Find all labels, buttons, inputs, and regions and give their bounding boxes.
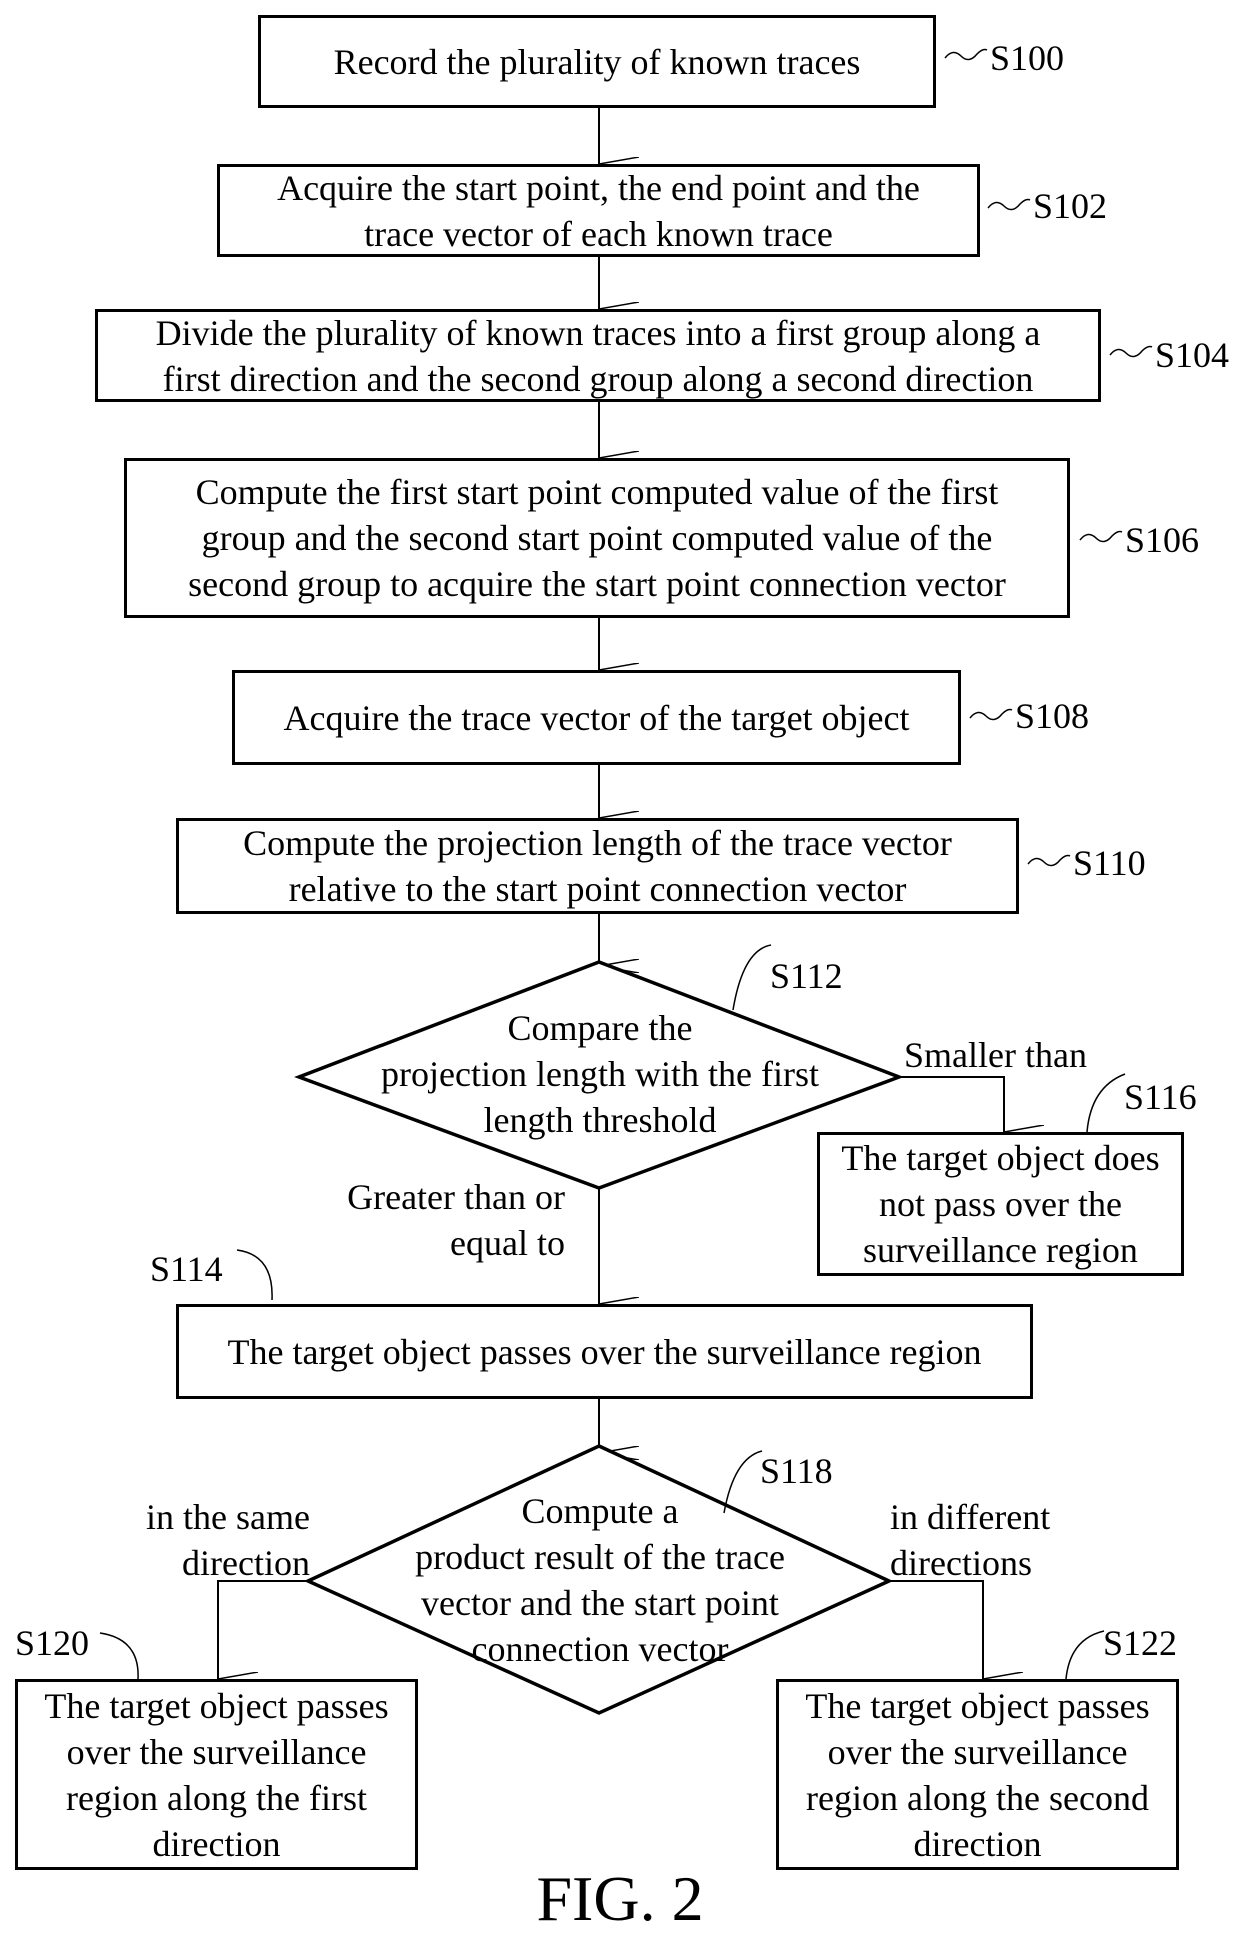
leader-s112: [732, 944, 772, 1011]
step-s114-text: The target object passes over the survei…: [227, 1331, 982, 1372]
step-s116-line: not pass over the: [879, 1184, 1122, 1224]
step-s100-text: Record the plurality of known traces: [333, 41, 861, 82]
decision-s112-text: Compare the projection length with the f…: [340, 1005, 860, 1143]
step-s102-line: trace vector of each known trace: [364, 213, 833, 254]
branch-label-greater-line: equal to: [450, 1223, 565, 1263]
leader-s120: [99, 1632, 139, 1680]
step-s106-line: group and the second start point compute…: [201, 518, 993, 558]
branch-label-greater-line: Greater than or: [347, 1177, 565, 1217]
branch-label-different-line: directions: [890, 1543, 1032, 1583]
branch-label-greater: Greater than or equal to: [300, 1174, 565, 1266]
decision-s112-line: length threshold: [483, 1100, 717, 1140]
branch-label-smaller: Smaller than: [904, 1035, 1087, 1075]
step-id-s114: S114: [150, 1249, 223, 1289]
step-s104-line: first direction and the second group alo…: [162, 358, 1034, 399]
step-s122-line: over the surveillance: [827, 1731, 1128, 1772]
arrow-s118-s122: [889, 1580, 983, 1679]
step-id-s122: S122: [1103, 1623, 1178, 1663]
decision-s118-line: Compute a: [521, 1491, 679, 1531]
step-id-s108: S108: [1015, 696, 1090, 736]
step-s122-line: The target object passes: [805, 1685, 1150, 1726]
leader-s110: [1027, 854, 1071, 867]
step-s106-box: Compute the first start point computed v…: [124, 458, 1070, 618]
leader-s106: [1079, 530, 1123, 543]
step-id-s102: S102: [1033, 186, 1108, 226]
step-s104-line: Divide the plurality of known traces int…: [155, 312, 1041, 353]
branch-label-same: in the same direction: [100, 1494, 310, 1586]
decision-s118-line: connection vector: [471, 1629, 729, 1669]
leader-s116: [1086, 1073, 1126, 1133]
arrow-s118-s120: [217, 1580, 308, 1679]
leader-s102: [987, 198, 1031, 211]
decision-s118-text: Compute a product result of the trace ve…: [340, 1488, 860, 1672]
step-s114-box: The target object passes over the survei…: [176, 1304, 1033, 1399]
step-s120-line: direction: [152, 1823, 281, 1864]
decision-s118-line: vector and the start point: [421, 1583, 779, 1623]
step-s120-line: region along the first: [66, 1777, 367, 1818]
step-s102-box: Acquire the start point, the end point a…: [217, 164, 980, 257]
step-id-s106: S106: [1125, 520, 1200, 560]
step-s110-line: Compute the projection length of the tra…: [243, 823, 952, 863]
branch-label-same-line: in the same: [146, 1497, 310, 1537]
step-id-s110: S110: [1073, 843, 1146, 883]
step-s100-box: Record the plurality of known traces: [258, 15, 936, 108]
leader-s108: [969, 708, 1013, 721]
step-id-s112: S112: [770, 956, 843, 996]
step-s116-line: surveillance region: [863, 1230, 1138, 1270]
step-id-s104: S104: [1155, 335, 1230, 375]
step-s122-line: region along the second: [806, 1777, 1149, 1818]
step-s116-box: The target object does not pass over the s…: [817, 1132, 1184, 1276]
decision-s112-line: projection length with the first: [381, 1054, 819, 1094]
branch-label-different: in different directions: [890, 1494, 1130, 1586]
step-s106-line: second group to acquire the start point …: [188, 564, 1006, 604]
step-id-s118: S118: [760, 1451, 833, 1491]
step-s120-line: The target object passes: [44, 1685, 389, 1726]
leader-s104: [1109, 345, 1153, 358]
step-s120-line: over the surveillance: [66, 1731, 367, 1772]
figure-label: FIG. 2: [536, 1863, 704, 1934]
step-s116-line: The target object does: [841, 1138, 1160, 1178]
decision-s118-line: product result of the trace: [415, 1537, 785, 1577]
step-s122-box: The target object passes over the surveil…: [776, 1679, 1179, 1870]
branch-label-same-line: direction: [182, 1543, 310, 1583]
step-s104-box: Divide the plurality of known traces int…: [95, 309, 1101, 402]
step-s110-line: relative to the start point connection v…: [288, 869, 907, 909]
leader-s114: [236, 1249, 273, 1301]
step-id-s100: S100: [990, 38, 1065, 78]
step-s108-box: Acquire the trace vector of the target o…: [232, 670, 961, 765]
arrow-s112-s116: [899, 1076, 1004, 1132]
leader-s100: [944, 48, 988, 61]
step-s110-box: Compute the projection length of the tra…: [176, 818, 1019, 914]
step-s120-box: The target object passes over the surveil…: [15, 1679, 418, 1870]
branch-label-different-line: in different: [890, 1497, 1051, 1537]
step-s106-line: Compute the first start point computed v…: [195, 472, 999, 512]
step-s122-line: direction: [913, 1823, 1042, 1864]
leader-s122: [1065, 1630, 1105, 1680]
step-s108-text: Acquire the trace vector of the target o…: [283, 697, 910, 738]
decision-s112-line: Compare the: [507, 1008, 693, 1048]
step-id-s116: S116: [1124, 1077, 1197, 1117]
step-id-s120: S120: [15, 1623, 90, 1663]
step-s102-line: Acquire the start point, the end point a…: [277, 167, 920, 208]
